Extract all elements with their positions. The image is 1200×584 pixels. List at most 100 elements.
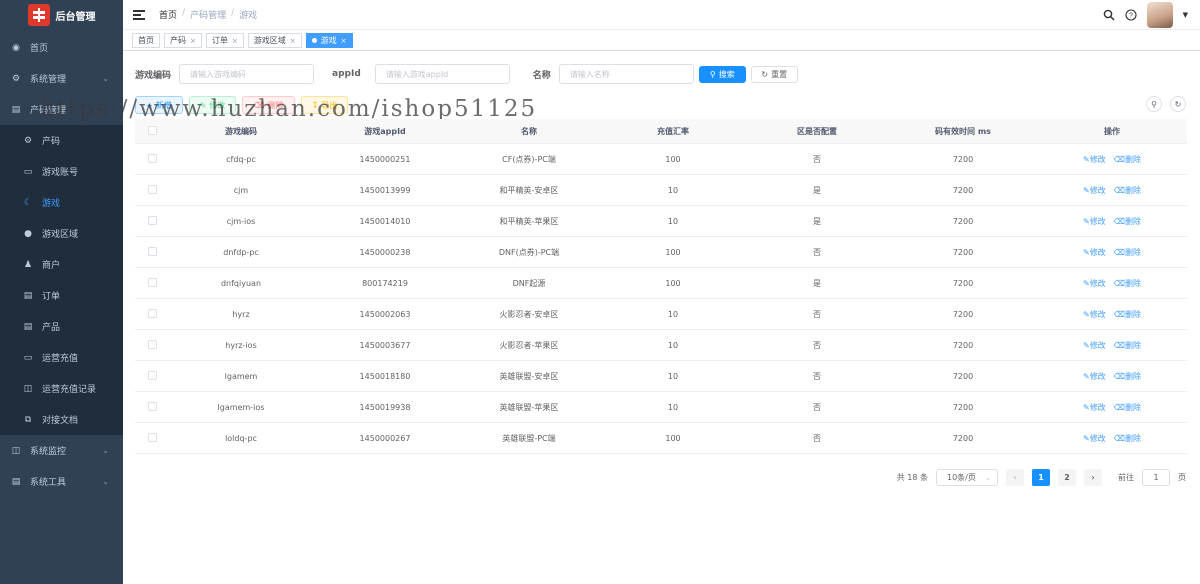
row-delete-button[interactable]: ⌫删除	[1114, 155, 1141, 164]
row-delete-label: 删除	[1125, 185, 1141, 195]
edit-button[interactable]: ✎ 修改	[188, 96, 237, 114]
sidebar-item-ops-recharge[interactable]: ▭ 运营充值	[0, 342, 123, 373]
tag-game[interactable]: 游戏 ×	[305, 33, 353, 48]
game-code-input[interactable]: 请输入游戏编码	[179, 64, 315, 84]
close-icon[interactable]: ×	[190, 37, 196, 45]
reset-button[interactable]: ↻ 重置	[750, 65, 798, 83]
export-label: 导出	[321, 100, 338, 110]
sidebar-item-home[interactable]: ◉ 首页	[0, 32, 123, 63]
cell-name: 和平精英-苹果区	[499, 216, 559, 226]
row-edit-button[interactable]: ✎修改	[1083, 310, 1106, 319]
sidebar-item-label: 运营充值	[42, 354, 79, 364]
breadcrumb-home[interactable]: 首页	[159, 8, 177, 21]
row-edit-button[interactable]: ✎修改	[1083, 403, 1106, 412]
row-delete-button[interactable]: ⌫删除	[1114, 217, 1141, 226]
sidebar-item-game[interactable]: ☾ 游戏	[0, 187, 123, 218]
row-edit-button[interactable]: ✎修改	[1083, 186, 1106, 195]
row-checkbox[interactable]	[147, 153, 157, 163]
cell-zone: 否	[813, 309, 821, 319]
row-delete-button[interactable]: ⌫删除	[1114, 186, 1141, 195]
row-delete-button[interactable]: ⌫删除	[1114, 341, 1141, 350]
appid-input[interactable]: 请输入游戏appId	[374, 64, 510, 84]
row-edit-button[interactable]: ✎修改	[1083, 434, 1106, 443]
tag-game-zone[interactable]: 游戏区域 ×	[247, 33, 302, 48]
toolbox-icon: ▤	[11, 476, 21, 487]
goto-page-input[interactable]: 1	[1142, 469, 1170, 486]
export-button[interactable]: ↧ 导出	[300, 96, 349, 114]
row-delete-button[interactable]: ⌫删除	[1114, 248, 1141, 257]
sidebar-item-code[interactable]: ⚙ 产码	[0, 125, 123, 156]
search-button[interactable]: ⚲ 搜索	[698, 65, 746, 83]
search-toggle-icon[interactable]: ⚲	[1146, 96, 1162, 112]
row-edit-button[interactable]: ✎修改	[1083, 372, 1106, 381]
row-delete-button[interactable]: ⌫删除	[1114, 372, 1141, 381]
sidebar-item-tools[interactable]: ▤ 系统工具 ⌄	[0, 466, 123, 497]
sidebar-item-merchant[interactable]: ♟ 商户	[0, 249, 123, 280]
active-dot-icon	[311, 38, 317, 43]
table-row: dnfdp-pc 1450000238 DNF(点券)-PC端 100 否 7200 ✎修改…	[135, 237, 1187, 268]
caret-down-icon[interactable]: ▼	[1183, 11, 1188, 19]
refresh-icon[interactable]: ↻	[1170, 96, 1186, 112]
sidebar-item-system[interactable]: ⚙ 系统管理 ⌄	[0, 63, 123, 94]
row-edit-button[interactable]: ✎修改	[1083, 279, 1106, 288]
app-logo[interactable]: 后台管理	[0, 0, 123, 30]
row-checkbox[interactable]	[147, 370, 157, 380]
row-delete-button[interactable]: ⌫删除	[1114, 403, 1141, 412]
delete-button[interactable]: ⌫ 删除	[242, 96, 295, 114]
cell-zone: 否	[813, 154, 821, 164]
select-all-checkbox[interactable]	[147, 125, 157, 135]
sidebar-item-code-mgmt[interactable]: ▤ 产码管理	[0, 94, 123, 125]
sidebar-item-order[interactable]: ▤ 订单	[0, 280, 123, 311]
submenu-code-mgmt: ⚙ 产码 ▭ 游戏账号 ☾ 游戏 ● 游戏区域 ♟ 商户 ▤ 订单 ▤ 产品 ▭…	[0, 125, 123, 435]
cell-code: hyrz	[232, 309, 250, 319]
sidebar-item-monitor[interactable]: ◫ 系统监控 ⌄	[0, 435, 123, 466]
sidebar-item-label: 系统工具	[30, 478, 67, 488]
row-edit-button[interactable]: ✎修改	[1083, 248, 1106, 257]
close-icon[interactable]: ×	[232, 37, 238, 45]
reset-button-label: 重置	[771, 69, 788, 79]
sidebar-item-api-docs[interactable]: ⧉ 对接文档	[0, 404, 123, 435]
hamburger-icon[interactable]	[133, 9, 145, 20]
cell-code: lgamem-ios	[217, 402, 265, 412]
table-row: lgamem-ios 1450019938 英雄联盟-苹果区 10 否 7200 ✎修改 ⌫删…	[135, 392, 1187, 423]
tag-order[interactable]: 订单 ×	[205, 33, 244, 48]
chevron-down-icon: ⌄	[102, 74, 109, 83]
sidebar-item-game-account[interactable]: ▭ 游戏账号	[0, 156, 123, 187]
close-icon[interactable]: ×	[341, 37, 347, 45]
close-icon[interactable]: ×	[290, 37, 296, 45]
tag-code[interactable]: 产码 ×	[164, 33, 202, 48]
name-input[interactable]: 请输入名称	[558, 64, 694, 84]
row-delete-button[interactable]: ⌫删除	[1114, 310, 1141, 319]
row-checkbox[interactable]	[147, 432, 157, 442]
row-edit-button[interactable]: ✎修改	[1083, 217, 1106, 226]
add-button[interactable]: + 新增	[135, 96, 183, 114]
page-size-select[interactable]: 10条/页 ⌄	[936, 469, 998, 486]
next-page-button[interactable]: ›	[1084, 469, 1102, 486]
row-checkbox[interactable]	[147, 308, 157, 318]
page-number[interactable]: 1	[1032, 469, 1050, 486]
avatar[interactable]	[1146, 2, 1173, 28]
row-checkbox[interactable]	[147, 246, 157, 256]
sidebar-item-product[interactable]: ▤ 产品	[0, 311, 123, 342]
search-icon[interactable]	[1103, 9, 1115, 21]
breadcrumb-code-mgmt[interactable]: 产码管理	[190, 8, 226, 21]
row-delete-label: 删除	[1125, 309, 1141, 319]
row-edit-button[interactable]: ✎修改	[1083, 155, 1106, 164]
sidebar-item-game-zone[interactable]: ● 游戏区域	[0, 218, 123, 249]
sidebar-item-label: 订单	[42, 292, 61, 302]
sidebar-item-ops-recharge-log[interactable]: ◫ 运营充值记录	[0, 373, 123, 404]
row-checkbox[interactable]	[147, 184, 157, 194]
row-checkbox[interactable]	[147, 401, 157, 411]
row-delete-label: 删除	[1125, 371, 1141, 381]
page-number[interactable]: 2	[1058, 469, 1076, 486]
row-edit-button[interactable]: ✎修改	[1083, 341, 1106, 350]
row-delete-button[interactable]: ⌫删除	[1114, 434, 1141, 443]
row-checkbox[interactable]	[147, 215, 157, 225]
cell-rate: 100	[665, 278, 681, 288]
help-icon[interactable]: ?	[1125, 9, 1137, 21]
row-checkbox[interactable]	[147, 277, 157, 287]
row-delete-button[interactable]: ⌫删除	[1114, 279, 1141, 288]
tag-home[interactable]: 首页	[132, 33, 160, 48]
prev-page-button[interactable]: ‹	[1006, 469, 1024, 486]
row-checkbox[interactable]	[147, 339, 157, 349]
